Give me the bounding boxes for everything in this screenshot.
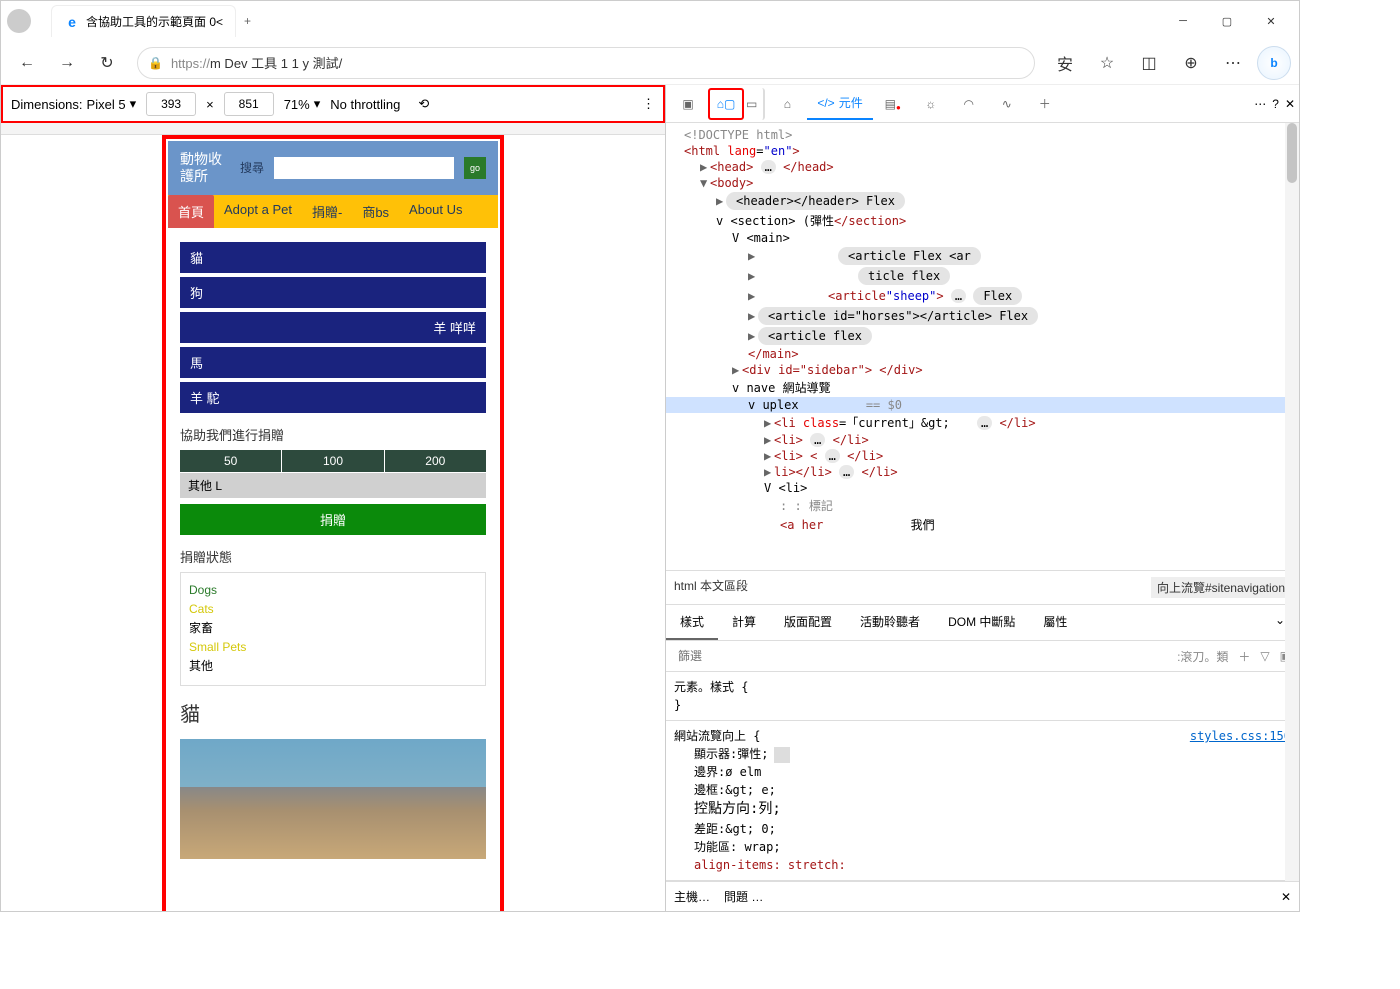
donate-100[interactable]: 100 bbox=[282, 450, 383, 472]
page-header: 動物收護所 搜尋 go bbox=[168, 141, 498, 195]
donate-50[interactable]: 50 bbox=[180, 450, 281, 472]
css-rule[interactable]: styles.css:156 網站流覽向上 { 顯示器:彈性; 邊界:ø elm… bbox=[666, 721, 1299, 881]
more-devtools-icon[interactable]: ⋯ bbox=[1254, 97, 1266, 111]
cat-link-dogs[interactable]: 狗 bbox=[180, 277, 486, 308]
device-viewport: 動物收護所 搜尋 go 首頁 Adopt a Pet 捐贈- 商bs About… bbox=[168, 141, 498, 911]
drawer-close-icon[interactable]: ✕ bbox=[1281, 890, 1291, 904]
split-icon[interactable]: ◫ bbox=[1131, 45, 1167, 81]
help-icon[interactable]: ? bbox=[1272, 97, 1279, 111]
scrollbar[interactable] bbox=[1285, 123, 1299, 881]
collections-icon[interactable]: ⊕ bbox=[1173, 45, 1209, 81]
chevron-down-icon: ▾ bbox=[130, 96, 137, 112]
forward-button[interactable]: → bbox=[49, 45, 85, 81]
nav-donate[interactable]: 捐贈- bbox=[302, 195, 352, 228]
subtab-computed[interactable]: 計算 bbox=[718, 605, 770, 640]
go-button[interactable]: go bbox=[464, 157, 486, 179]
nav-adopt[interactable]: Adopt a Pet bbox=[214, 195, 302, 228]
new-rule-icon[interactable]: ＋ bbox=[1238, 648, 1250, 665]
more-options-icon[interactable]: ⋮ bbox=[642, 96, 655, 112]
inspect-icon[interactable]: ▣ bbox=[670, 88, 706, 120]
devtools-tabs: ▣ ⌂▢ ▭ ⌂ </>元件 ▤● ☼ ◠ ∿ ＋ ⋯ ? ✕ bbox=[666, 85, 1299, 123]
network-icon[interactable]: ◠ bbox=[951, 88, 987, 120]
donate-other[interactable]: 其他 L bbox=[180, 473, 486, 498]
titlebar: e 含協助工具的示範頁面 0< + ─ ▢ ✕ bbox=[1, 1, 1299, 41]
donate-button[interactable]: 捐贈 bbox=[180, 504, 486, 535]
search-label: 搜尋 bbox=[240, 159, 264, 176]
devtools-drawer: 主機… 問題 … ✕ bbox=[666, 881, 1299, 911]
browser-tab[interactable]: e 含協助工具的示範頁面 0< bbox=[51, 5, 236, 37]
new-tab-button[interactable]: + bbox=[244, 14, 251, 28]
tab-title: 含協助工具的示範頁面 0< bbox=[86, 13, 223, 30]
status-title: 捐贈狀態 bbox=[180, 547, 486, 566]
rotate-icon[interactable]: ⟲ bbox=[418, 96, 429, 112]
nav-home[interactable]: 首頁 bbox=[168, 195, 214, 228]
cat-link-sheep[interactable]: 羊 咩咩 bbox=[180, 312, 486, 343]
height-input[interactable] bbox=[224, 92, 274, 116]
drawer-issues[interactable]: 問題 … bbox=[724, 888, 763, 905]
status-box: Dogs Cats 家畜 Small Pets 其他 bbox=[180, 572, 486, 686]
donate-200[interactable]: 200 bbox=[385, 450, 486, 472]
ruler bbox=[1, 123, 665, 135]
styles-filter-input[interactable] bbox=[674, 645, 874, 667]
nav-about[interactable]: About Us bbox=[399, 195, 472, 228]
edge-favicon: e bbox=[64, 14, 80, 30]
subtab-layout[interactable]: 版面配置 bbox=[770, 605, 846, 640]
maximize-button[interactable]: ▢ bbox=[1205, 5, 1249, 37]
chevron-down-icon: ▾ bbox=[314, 96, 321, 112]
lock-icon: 🔒 bbox=[148, 56, 163, 70]
cat-link-cats[interactable]: 貓 bbox=[180, 242, 486, 273]
section-heading: 貓 bbox=[180, 698, 486, 727]
subtab-listeners[interactable]: 活動聆聽者 bbox=[846, 605, 934, 640]
nav-shop[interactable]: 商bs bbox=[352, 195, 399, 228]
element-style-rule[interactable]: 元素。樣式 { } bbox=[666, 672, 1299, 721]
subtab-styles[interactable]: 樣式 bbox=[666, 605, 718, 640]
throttling-select[interactable]: No throttling bbox=[330, 97, 400, 112]
dock-icon[interactable]: ▭ bbox=[746, 88, 765, 120]
search-input[interactable] bbox=[274, 157, 454, 179]
welcome-tab-icon[interactable]: ⌂ bbox=[769, 88, 805, 120]
sources-icon[interactable]: ☼ bbox=[913, 88, 949, 120]
bing-icon[interactable]: b bbox=[1257, 46, 1291, 80]
close-window-button[interactable]: ✕ bbox=[1249, 5, 1293, 37]
device-toolbar: Dimensions: Pixel 5 ▾ × 71%▾ No throttli… bbox=[1, 85, 665, 123]
donation-title: 協助我們進行捐贈 bbox=[180, 425, 486, 444]
styles-subtabs: 樣式 計算 版面配置 活動聆聽者 DOM 中斷點 屬性 ⌄ bbox=[666, 605, 1299, 641]
close-devtools-icon[interactable]: ✕ bbox=[1285, 97, 1295, 111]
subtab-breakpoints[interactable]: DOM 中斷點 bbox=[934, 605, 1029, 640]
cat-link-horses[interactable]: 馬 bbox=[180, 347, 486, 378]
subtab-properties[interactable]: 屬性 bbox=[1029, 605, 1081, 640]
flex-icon[interactable] bbox=[774, 747, 790, 763]
toggle-class-icon[interactable]: ▽ bbox=[1260, 649, 1269, 663]
styles-filter-bar: :滾刀。類 ＋ ▽ ▣ bbox=[666, 641, 1299, 672]
nav-bar: 首頁 Adopt a Pet 捐贈- 商bs About Us bbox=[168, 195, 498, 228]
selected-node[interactable]: v uplex == $0 bbox=[666, 397, 1299, 413]
url-box[interactable]: 🔒 https://m Dev 工具 1 1 y 測試/ bbox=[137, 47, 1035, 79]
elements-tab[interactable]: </>元件 bbox=[807, 88, 872, 120]
zoom-select[interactable]: 71%▾ bbox=[284, 96, 321, 112]
breadcrumbs[interactable]: html 本文區段 向上流覽#sitenavigation bbox=[666, 570, 1299, 605]
favorite-icon[interactable]: ☆ bbox=[1089, 45, 1125, 81]
cat-image bbox=[180, 739, 486, 859]
device-toggle-icon[interactable]: ⌂▢ bbox=[708, 88, 744, 120]
addressbar: ← → ↻ 🔒 https://m Dev 工具 1 1 y 測試/ 安 ☆ ◫… bbox=[1, 41, 1299, 85]
performance-icon[interactable]: ∿ bbox=[989, 88, 1025, 120]
source-link[interactable]: styles.css:156 bbox=[1190, 727, 1291, 745]
elements-tree[interactable]: <!DOCTYPE html> <html lang="en"> ▶<head>… bbox=[666, 123, 1299, 570]
drawer-console[interactable]: 主機… bbox=[674, 888, 710, 905]
dimensions-select[interactable]: Dimensions: Pixel 5 ▾ bbox=[11, 96, 136, 112]
site-logo: 動物收護所 bbox=[180, 151, 222, 185]
refresh-button[interactable]: ↻ bbox=[89, 45, 125, 81]
devtools-panel: ▣ ⌂▢ ▭ ⌂ </>元件 ▤● ☼ ◠ ∿ ＋ ⋯ ? ✕ <!DOCTYP… bbox=[666, 85, 1299, 911]
profile-avatar[interactable] bbox=[7, 9, 31, 33]
width-input[interactable] bbox=[146, 92, 196, 116]
cat-link-alpaca[interactable]: 羊 駝 bbox=[180, 382, 486, 413]
more-icon[interactable]: ⋯ bbox=[1215, 45, 1251, 81]
add-tab-icon[interactable]: ＋ bbox=[1027, 88, 1063, 120]
console-icon[interactable]: ▤● bbox=[875, 88, 911, 120]
translate-icon[interactable]: 安 bbox=[1047, 45, 1083, 81]
minimize-button[interactable]: ─ bbox=[1161, 5, 1205, 37]
back-button[interactable]: ← bbox=[9, 45, 45, 81]
